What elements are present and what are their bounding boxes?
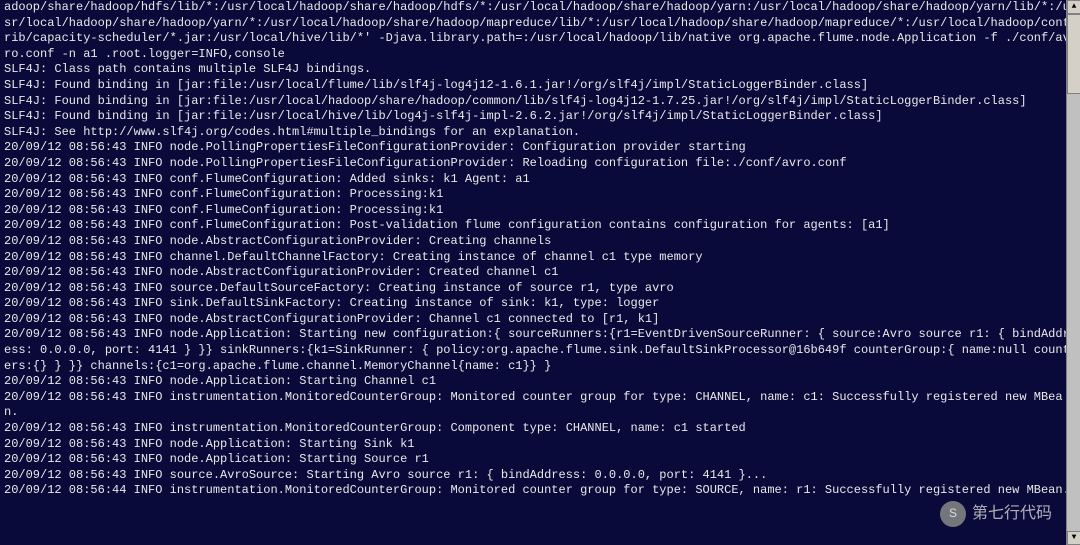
terminal-line: SLF4J: See http://www.slf4j.org/codes.ht… [4, 125, 1076, 141]
scroll-up-button[interactable]: ▲ [1067, 0, 1080, 14]
scrollbar-thumb[interactable] [1067, 14, 1080, 94]
terminal-line: 20/09/12 08:56:43 INFO source.DefaultSou… [4, 281, 1076, 297]
terminal-line: 20/09/12 08:56:43 INFO node.Application:… [4, 327, 1076, 374]
scroll-down-button[interactable]: ▼ [1067, 531, 1080, 545]
terminal-line: 20/09/12 08:56:43 INFO instrumentation.M… [4, 390, 1076, 421]
terminal-line: adoop/share/hadoop/hdfs/lib/*:/usr/local… [4, 0, 1076, 62]
watermark: S 第七行代码 [940, 501, 1052, 527]
terminal-line: SLF4J: Found binding in [jar:file:/usr/l… [4, 94, 1076, 110]
terminal-line: 20/09/12 08:56:43 INFO node.AbstractConf… [4, 234, 1076, 250]
wechat-icon: S [940, 501, 966, 527]
terminal-line: 20/09/12 08:56:43 INFO conf.FlumeConfigu… [4, 218, 1076, 234]
terminal-line: 20/09/12 08:56:43 INFO node.Application:… [4, 452, 1076, 468]
terminal-line: 20/09/12 08:56:43 INFO node.Application:… [4, 437, 1076, 453]
watermark-badge-text: S [949, 506, 957, 522]
terminal-output[interactable]: adoop/share/hadoop/hdfs/lib/*:/usr/local… [0, 0, 1080, 545]
terminal-line: 20/09/12 08:56:43 INFO sink.DefaultSinkF… [4, 296, 1076, 312]
terminal-line: SLF4J: Class path contains multiple SLF4… [4, 62, 1076, 78]
terminal-line: 20/09/12 08:56:43 INFO channel.DefaultCh… [4, 250, 1076, 266]
watermark-text: 第七行代码 [972, 504, 1052, 525]
vertical-scrollbar[interactable]: ▲ ▼ [1066, 0, 1080, 545]
terminal-line: 20/09/12 08:56:43 INFO conf.FlumeConfigu… [4, 172, 1076, 188]
terminal-line: 20/09/12 08:56:43 INFO source.AvroSource… [4, 468, 1076, 484]
terminal-line: 20/09/12 08:56:43 INFO node.AbstractConf… [4, 312, 1076, 328]
terminal-line: SLF4J: Found binding in [jar:file:/usr/l… [4, 78, 1076, 94]
terminal-line: 20/09/12 08:56:43 INFO node.AbstractConf… [4, 265, 1076, 281]
terminal-line: 20/09/12 08:56:43 INFO conf.FlumeConfigu… [4, 203, 1076, 219]
terminal-line: 20/09/12 08:56:44 INFO instrumentation.M… [4, 483, 1076, 499]
terminal-line: 20/09/12 08:56:43 INFO node.PollingPrope… [4, 156, 1076, 172]
terminal-line: SLF4J: Found binding in [jar:file:/usr/l… [4, 109, 1076, 125]
terminal-line: 20/09/12 08:56:43 INFO instrumentation.M… [4, 421, 1076, 437]
terminal-line: 20/09/12 08:56:43 INFO conf.FlumeConfigu… [4, 187, 1076, 203]
terminal-line: 20/09/12 08:56:43 INFO node.Application:… [4, 374, 1076, 390]
terminal-line: 20/09/12 08:56:43 INFO node.PollingPrope… [4, 140, 1076, 156]
